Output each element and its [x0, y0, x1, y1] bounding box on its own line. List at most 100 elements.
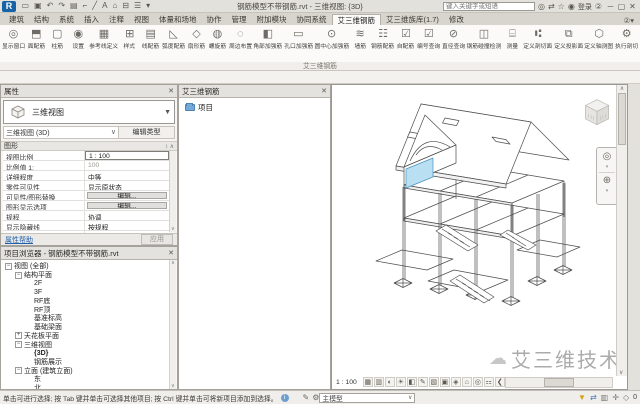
ribbon-tool-直径查询[interactable]: ⊘直径查询 [441, 27, 466, 50]
thin-lines-icon[interactable]: ☰ [131, 0, 143, 12]
view-type-combo[interactable]: 三维视图 (3D) ∨ [4, 128, 118, 138]
tab-体量和场地[interactable]: 体量和场地 [154, 14, 202, 25]
ribbon-tool-螺旋筋[interactable]: ◍螺旋筋 [207, 27, 228, 50]
tab-协同系统[interactable]: 协同系统 [292, 14, 332, 25]
property-value[interactable]: 中等 [85, 171, 169, 180]
tree-item[interactable]: 基准标高 [3, 314, 169, 323]
properties-header[interactable]: 属性 ✕ [1, 85, 177, 98]
drag-select-icon[interactable]: ◇ [623, 393, 629, 402]
tree-item[interactable]: −立面 (建筑立面) [3, 366, 169, 375]
qat-customize-icon[interactable]: ▾ [144, 0, 153, 12]
chevron-down-icon[interactable]: ▼ [164, 109, 171, 116]
ribbon-tool-弧度配筋[interactable]: ◺弧度配筋 [161, 27, 186, 50]
settings-icon[interactable]: ⚙ [312, 393, 319, 402]
tree-toggle-icon[interactable]: + [15, 332, 22, 339]
property-value[interactable]: 按规程 [85, 221, 169, 230]
ribbon-tool-线配筋[interactable]: ▤线配筋 [140, 27, 161, 50]
temporary-hide-icon[interactable]: ⌂ [462, 377, 472, 387]
tab-结构[interactable]: 结构 [29, 14, 54, 25]
text-icon[interactable]: A [100, 0, 110, 12]
detail-level-icon[interactable]: ▥ [374, 377, 384, 387]
property-value[interactable]: 显示原状态 [85, 181, 169, 190]
sign-in-label[interactable]: 登录 [578, 2, 592, 12]
vertical-scrollbar[interactable]: ∧∨ [616, 85, 627, 376]
tree-item[interactable]: 3F [3, 288, 169, 297]
tree-item[interactable]: {3D} [3, 349, 169, 358]
zoom-icon[interactable]: ⊕ [603, 175, 611, 186]
tab-修改[interactable]: 修改 [444, 14, 469, 25]
close-button[interactable]: ✕ [627, 2, 638, 11]
view-scale-button[interactable]: 1 : 100 [334, 378, 359, 387]
sun-path-icon[interactable]: ☀ [396, 377, 406, 387]
type-selector[interactable]: 三维视图 ▼ [3, 100, 175, 124]
favorites-icon[interactable]: ☆ [558, 2, 565, 11]
ribbon-tool-定义剖切面[interactable]: ⑆定义剖切面 [523, 27, 553, 50]
steering-wheel-icon[interactable]: ◎ [603, 151, 612, 162]
graphics-section-header[interactable]: 图形 ↕ ∧ [1, 141, 177, 151]
tree-item[interactable]: −结构平面 [3, 271, 169, 280]
pencil-icon[interactable]: ✎ [303, 393, 310, 402]
project-browser-header[interactable]: 项目浏览器 - 钢筋模型不带钢筋.rvt ✕ [1, 247, 177, 260]
save-icon[interactable]: ▣ [32, 0, 45, 12]
project-browser-close-icon[interactable]: ✕ [168, 249, 174, 257]
ribbon-tool-显示窗口[interactable]: ◎显示窗口 [1, 27, 26, 50]
user-icon[interactable]: ◉ [568, 2, 575, 11]
tab-协作[interactable]: 协作 [202, 14, 227, 25]
ribbon-tool-参考线定义[interactable]: ▦参考线定义 [89, 27, 119, 50]
ribbon-tool-设置[interactable]: ◉设置 [68, 27, 89, 50]
viewcube[interactable] [577, 93, 617, 133]
tab-注释[interactable]: 注释 [104, 14, 129, 25]
ribbon-tool-执行剖切[interactable]: ⚙执行剖切 [614, 27, 639, 50]
crop-region-icon[interactable]: ▧ [429, 377, 439, 387]
workset-select[interactable]: 主模型 ∨ [319, 393, 415, 403]
ribbon-tool-面配筋[interactable]: ⬒面配筋 [26, 27, 47, 50]
sketchy-lines-icon[interactable]: ✎ [418, 377, 428, 387]
show-crop-icon[interactable]: ▣ [440, 377, 450, 387]
plugin-project-node[interactable]: 项目 [179, 98, 330, 113]
rebar-plugin-close-icon[interactable]: ✕ [321, 87, 327, 95]
pin-select-icon[interactable]: ✛ [612, 393, 619, 402]
tree-item[interactable]: −三维视图 [3, 340, 169, 349]
measure-icon[interactable]: ⌐ [80, 0, 90, 12]
tab-艾三维钢筋[interactable]: 艾三维钢筋 [332, 14, 382, 25]
link-select-icon[interactable]: ⇄ [590, 393, 597, 402]
ribbon-help-icon[interactable]: ②▾ [624, 16, 635, 25]
tree-item[interactable]: 东 [3, 375, 169, 384]
tree-item[interactable]: 北 [3, 384, 169, 389]
tree-toggle-icon[interactable]: − [15, 272, 22, 279]
tree-toggle-icon[interactable]: − [15, 341, 22, 348]
ribbon-tool-钢筋配筋[interactable]: ☷钢筋配筋 [371, 27, 396, 50]
open-icon[interactable]: ▭ [19, 0, 32, 12]
tab-插入[interactable]: 插入 [79, 14, 104, 25]
edit-button[interactable]: 编辑... [87, 202, 167, 209]
lock-view-icon[interactable]: ◈ [451, 377, 461, 387]
tab-视图[interactable]: 视图 [129, 14, 154, 25]
tree-toggle-icon[interactable]: − [5, 263, 12, 270]
ribbon-tool-角部加强筋[interactable]: ◧角部加强筋 [253, 27, 283, 50]
3d-view-icon[interactable]: ⌂ [110, 0, 120, 12]
visual-style-icon[interactable]: ◐ [385, 377, 395, 387]
collapse-icon[interactable]: ↕ ∧ [165, 143, 174, 150]
minimize-button[interactable]: ─ [605, 2, 616, 11]
chevron-down-icon[interactable]: ▾ [606, 188, 609, 194]
drawing-area[interactable]: ◎ ▾ ⊕ ▾ ☁ 艾三维技术 1 : 100 ▦▥◐☀◧✎▧▣◈⌂◎⚏❮ ∧∨ [331, 84, 628, 390]
revit-logo[interactable]: R [2, 1, 16, 12]
tree-item[interactable]: RF底 [3, 297, 169, 306]
properties-scrollbar[interactable]: ∨ [169, 151, 176, 232]
property-value[interactable]: 1 : 100 [85, 151, 169, 160]
print-icon[interactable]: ▤ [68, 0, 81, 12]
line-icon[interactable]: ╱ [90, 0, 100, 12]
ribbon-tool-样式[interactable]: ⊞样式 [119, 27, 140, 50]
tab-附加模块[interactable]: 附加模块 [252, 14, 292, 25]
tab-建筑[interactable]: 建筑 [4, 14, 29, 25]
project-browser-scrollbar[interactable]: ∧∨ [169, 260, 176, 389]
properties-close-icon[interactable]: ✕ [168, 87, 174, 95]
ribbon-tool-定义投影面[interactable]: ⧉定义投影面 [553, 27, 583, 50]
constraints-icon[interactable]: ❮ [495, 377, 505, 387]
ribbon-tool-墙筋[interactable]: ≋墙筋 [350, 27, 371, 50]
ribbon-tool-周边布置[interactable]: ◌周边布置 [228, 27, 253, 50]
ribbon-tool-定义轴测图[interactable]: ⬡定义轴测图 [584, 27, 614, 50]
apply-button[interactable]: 应用 [141, 234, 173, 245]
crop-view-icon[interactable]: ▦ [363, 377, 373, 387]
tab-系统[interactable]: 系统 [54, 14, 79, 25]
